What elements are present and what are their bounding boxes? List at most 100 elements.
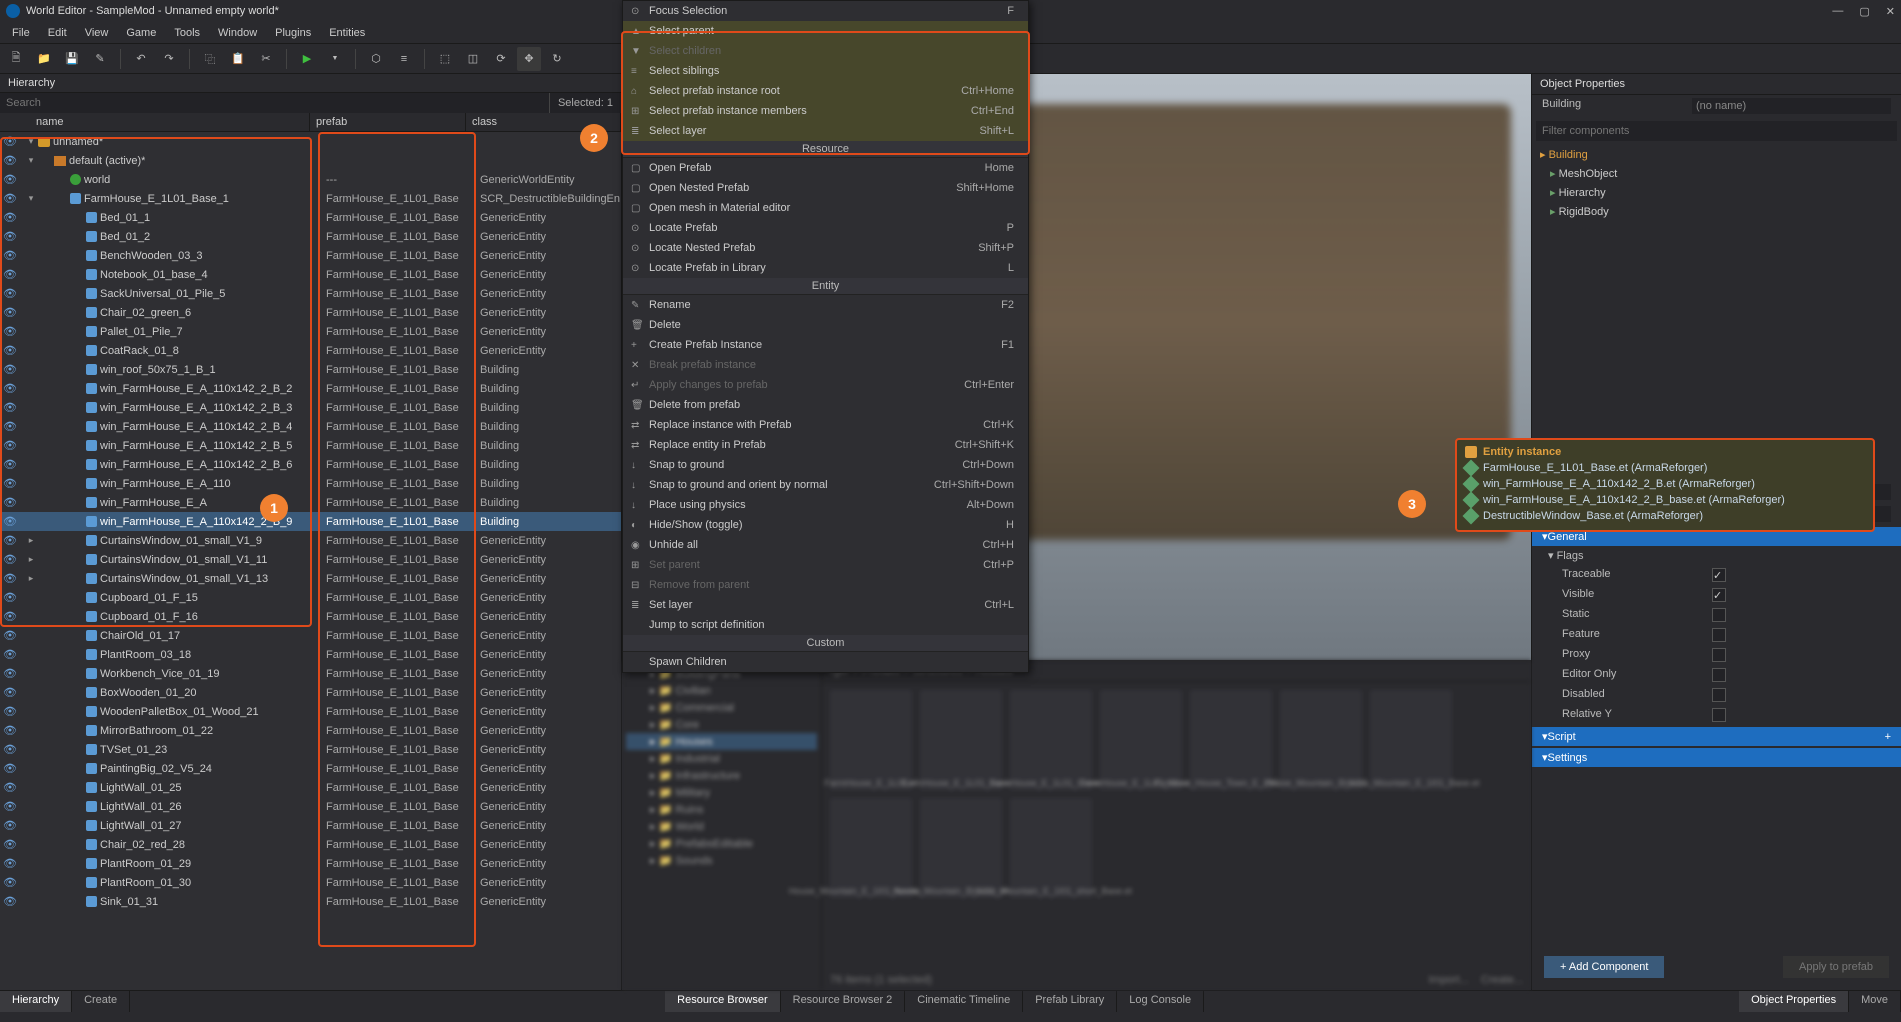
ctx-item[interactable]: ≣Set layerCtrl+L [623, 595, 1028, 615]
flag-checkbox[interactable] [1712, 628, 1726, 642]
visibility-icon[interactable]: 👁 [0, 135, 20, 148]
rotate-icon[interactable]: ↻ [545, 47, 569, 71]
visibility-icon[interactable]: 👁 [0, 781, 20, 794]
tree-row[interactable]: 👁win_FarmHouse_E_A_110x142_2_B_4FarmHous… [0, 417, 621, 436]
ctx-item[interactable]: Spawn Children [623, 652, 1028, 672]
menu-edit[interactable]: Edit [40, 25, 75, 41]
visibility-icon[interactable]: 👁 [0, 344, 20, 357]
ctx-item[interactable]: ◉Unhide allCtrl+H [623, 535, 1028, 555]
tree-row[interactable]: 👁BenchWooden_03_3FarmHouse_E_1L01_BaseGe… [0, 246, 621, 265]
ctx-item[interactable]: ≣Select layerShift+L [623, 121, 1028, 141]
folder-item[interactable]: ▸ 📁 Sounds [626, 852, 817, 869]
tab-resource-browser[interactable]: Resource Browser [665, 991, 780, 1012]
tab-move[interactable]: Move [1849, 991, 1901, 1012]
ctx-item[interactable]: ↓Place using physicsAlt+Down [623, 495, 1028, 515]
ctx-item[interactable]: ⊙Locate Nested PrefabShift+P [623, 238, 1028, 258]
visibility-icon[interactable]: 👁 [0, 363, 20, 376]
tree-row[interactable]: 👁PlantRoom_03_18FarmHouse_E_1L01_BaseGen… [0, 645, 621, 664]
add-component-button[interactable]: + Add Component [1544, 956, 1664, 978]
visibility-icon[interactable]: 👁 [0, 743, 20, 756]
folder-item[interactable]: ▸ 📁 Commercial [626, 699, 817, 716]
visibility-icon[interactable]: 👁 [0, 838, 20, 851]
tree-row[interactable]: 👁win_FarmHouse_E_A_110x142_2_B_2FarmHous… [0, 379, 621, 398]
tree-row[interactable]: 👁Pallet_01_Pile_7FarmHouse_E_1L01_BaseGe… [0, 322, 621, 341]
tree-row[interactable]: 👁WoodenPalletBox_01_Wood_21FarmHouse_E_1… [0, 702, 621, 721]
close-icon[interactable]: ✕ [1886, 5, 1895, 18]
tree-row[interactable]: 👁win_FarmHouse_E_A_110x142_2_B_5FarmHous… [0, 436, 621, 455]
component-item[interactable]: ▸ RigidBody [1532, 202, 1901, 221]
folder-item[interactable]: ▸ 📁 Industrial [626, 750, 817, 767]
visibility-icon[interactable]: 👁 [0, 515, 20, 528]
visibility-icon[interactable]: 👁 [0, 439, 20, 452]
ctx-item[interactable]: ⇄Replace entity in PrefabCtrl+Shift+K [623, 435, 1028, 455]
tab-create[interactable]: Create [72, 991, 130, 1012]
visibility-icon[interactable]: 👁 [0, 629, 20, 642]
folder-item[interactable]: ▸ 📁 Civilian [626, 682, 817, 699]
list-icon[interactable]: ≡ [392, 47, 416, 71]
ctx-item[interactable]: ▢Open Nested PrefabShift+Home [623, 178, 1028, 198]
component-item[interactable]: ▸ Hierarchy [1532, 183, 1901, 202]
open-folder-icon[interactable]: 📁 [32, 47, 56, 71]
visibility-icon[interactable]: 👁 [0, 211, 20, 224]
folder-item[interactable]: ▸ 📁 World [626, 818, 817, 835]
menu-game[interactable]: Game [118, 25, 164, 41]
visibility-icon[interactable]: 👁 [0, 895, 20, 908]
hierarchy-tree[interactable]: 1 👁▾unnamed*👁▾default (active)*👁world---… [0, 132, 621, 990]
column-class[interactable]: class [466, 113, 621, 131]
visibility-icon[interactable]: 👁 [0, 591, 20, 604]
menu-file[interactable]: File [4, 25, 38, 41]
thumbnail[interactable]: FarmHouse_E_1L01.et [830, 690, 912, 790]
ctx-item[interactable]: ✎RenameF2 [623, 295, 1028, 315]
folder-tree[interactable]: ▸ 📁 BuildingParts▸ 📁 Civilian▸ 📁 Commerc… [622, 661, 822, 990]
tree-row[interactable]: 👁Chair_02_red_28FarmHouse_E_1L01_BaseGen… [0, 835, 621, 854]
import-button[interactable]: Import... [1428, 974, 1468, 986]
visibility-icon[interactable]: 👁 [0, 325, 20, 338]
ctx-item[interactable]: ↓Snap to groundCtrl+Down [623, 455, 1028, 475]
tree-row[interactable]: 👁Notebook_01_base_4FarmHouse_E_1L01_Base… [0, 265, 621, 284]
ctx-item[interactable]: ≡Select siblings [623, 61, 1028, 81]
thumbnail[interactable]: FarmHouse_E_1L01_Green.et [1010, 690, 1092, 790]
thumbnail[interactable]: House_Mountain_E_1I01_Base.et [1370, 690, 1452, 790]
tree-row[interactable]: 👁win_FarmHouse_E_A_110x142_2_B_3FarmHous… [0, 398, 621, 417]
thumbnail[interactable]: House_Mountain_E_1I01_short.et [920, 798, 1002, 898]
visibility-icon[interactable]: 👁 [0, 553, 20, 566]
undo-icon[interactable]: ↶ [129, 47, 153, 71]
visibility-icon[interactable]: 👁 [0, 800, 20, 813]
visibility-icon[interactable]: 👁 [0, 610, 20, 623]
visibility-icon[interactable]: 👁 [0, 534, 20, 547]
lasso-icon[interactable]: ⟳ [489, 47, 513, 71]
flag-checkbox[interactable] [1712, 648, 1726, 662]
tree-row[interactable]: 👁world---GenericWorldEntity [0, 170, 621, 189]
tab-prefab-library[interactable]: Prefab Library [1023, 991, 1117, 1012]
visibility-icon[interactable]: 👁 [0, 819, 20, 832]
copy-icon[interactable]: ⿻ [198, 47, 222, 71]
tree-row[interactable]: 👁win_roof_50x75_1_B_1FarmHouse_E_1L01_Ba… [0, 360, 621, 379]
visibility-icon[interactable]: 👁 [0, 249, 20, 262]
tree-row[interactable]: 👁SackUniversal_01_Pile_5FarmHouse_E_1L01… [0, 284, 621, 303]
visibility-icon[interactable]: 👁 [0, 382, 20, 395]
visibility-icon[interactable]: 👁 [0, 648, 20, 661]
flag-checkbox[interactable] [1712, 688, 1726, 702]
edit-icon[interactable]: ✎ [88, 47, 112, 71]
ctx-item[interactable]: ⊞Select prefab instance membersCtrl+End [623, 101, 1028, 121]
create-button[interactable]: Create... [1481, 974, 1523, 986]
expand-icon[interactable]: ▸ [24, 573, 38, 584]
popup-item[interactable]: DestructibleWindow_Base.et (ArmaReforger… [1465, 508, 1865, 524]
menu-window[interactable]: Window [210, 25, 265, 41]
maximize-icon[interactable]: ▢ [1859, 5, 1869, 18]
visibility-icon[interactable]: 👁 [0, 173, 20, 186]
visibility-icon[interactable]: 👁 [0, 477, 20, 490]
expand-icon[interactable]: ▾ [24, 136, 38, 147]
expand-icon[interactable]: ▾ [24, 193, 38, 204]
add-script-icon[interactable]: + [1885, 731, 1891, 743]
flag-checkbox[interactable] [1712, 608, 1726, 622]
redo-icon[interactable]: ↷ [157, 47, 181, 71]
thumbnail[interactable]: House_Mountain_E_1I01.et [1280, 690, 1362, 790]
visibility-icon[interactable]: 👁 [0, 496, 20, 509]
tree-row[interactable]: 👁Chair_02_green_6FarmHouse_E_1L01_BaseGe… [0, 303, 621, 322]
tree-row[interactable]: 👁PlantRoom_01_30FarmHouse_E_1L01_BaseGen… [0, 873, 621, 892]
flag-checkbox[interactable]: ✓ [1712, 588, 1726, 602]
ctx-item[interactable]: ⌂Select prefab instance rootCtrl+Home [623, 81, 1028, 101]
minimize-icon[interactable]: — [1832, 5, 1843, 18]
tree-row[interactable]: 👁BoxWooden_01_20FarmHouse_E_1L01_BaseGen… [0, 683, 621, 702]
